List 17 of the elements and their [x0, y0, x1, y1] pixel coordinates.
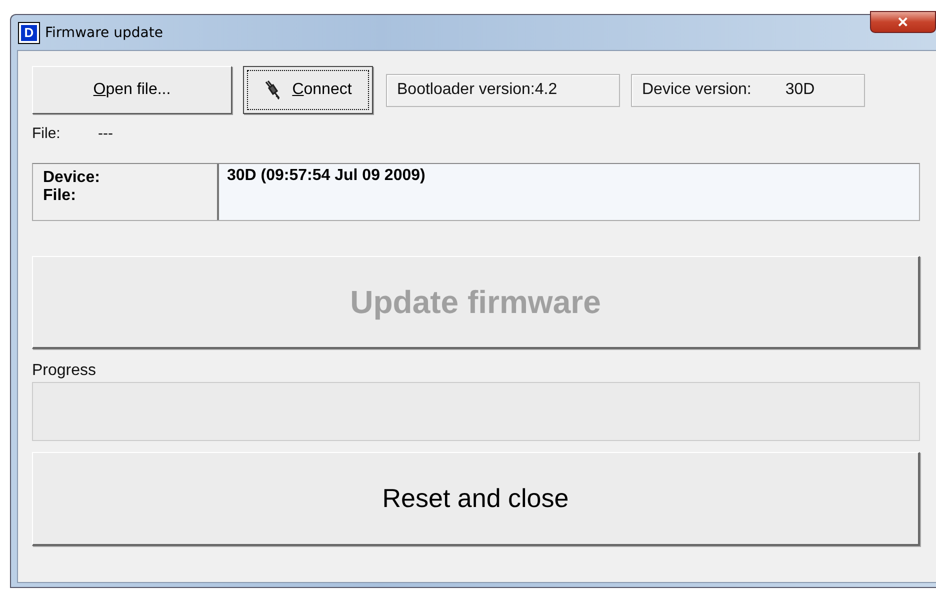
- version-value: 4.2: [534, 81, 558, 99]
- info-value: 30D (09:57:54 Jul 09 2009): [227, 167, 426, 185]
- connect-button[interactable]: Connect: [243, 66, 373, 114]
- info-label: File:: [43, 187, 77, 205]
- file-label: File:: [32, 125, 62, 142]
- info-label: Device:: [43, 169, 101, 187]
- file-value: ---: [98, 125, 113, 142]
- reset-and-close-button[interactable]: Reset and close: [32, 452, 920, 546]
- version-value: 30D: [785, 81, 815, 99]
- progress-label: Progress: [32, 362, 98, 380]
- open-file-button[interactable]: Open file...: [32, 66, 232, 114]
- app-icon: D: [19, 22, 39, 42]
- plug-icon: [264, 80, 282, 100]
- version-label: Device version:: [642, 81, 752, 99]
- version-label: Bootloader version:: [397, 81, 535, 99]
- close-button[interactable]: ✕: [870, 11, 936, 33]
- window-title: Firmware update: [45, 24, 163, 40]
